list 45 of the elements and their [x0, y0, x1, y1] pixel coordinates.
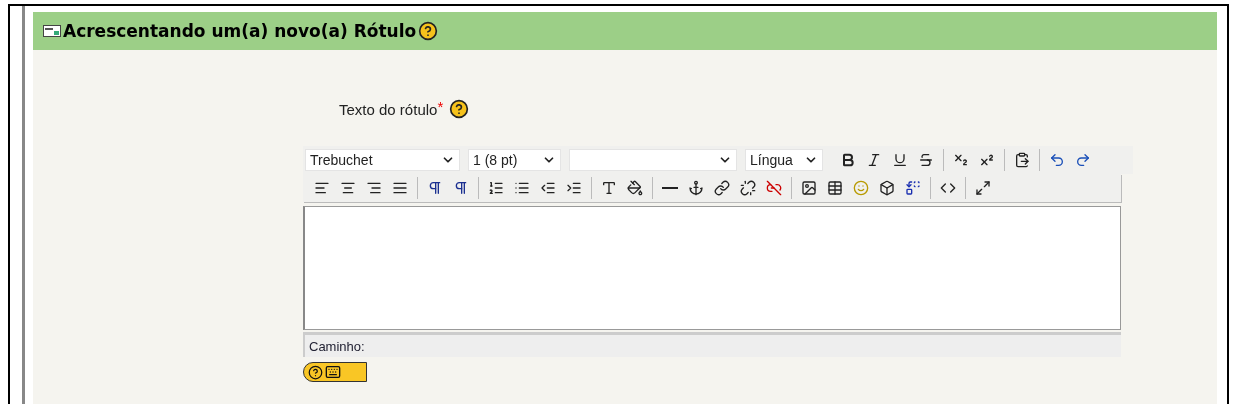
- help-icon[interactable]: [418, 21, 439, 41]
- maximize-icon: [975, 180, 991, 196]
- keyboard-icon: [325, 364, 341, 380]
- path-label: Caminho:: [309, 338, 365, 354]
- dropdown[interactable]: Língua: [745, 149, 823, 171]
- align-right-icon: [366, 180, 382, 196]
- bold-icon: [840, 152, 856, 168]
- redo-icon: [1075, 152, 1091, 168]
- dropdown[interactable]: 1 (8 pt): [468, 149, 561, 171]
- table-icon: [827, 180, 843, 196]
- undo-icon: [1049, 152, 1065, 168]
- superscript-icon: [979, 152, 995, 168]
- underline-icon: [892, 152, 908, 168]
- help-icon[interactable]: [449, 99, 470, 119]
- numbered-list-icon: [488, 180, 504, 196]
- anchor-icon: [688, 180, 704, 196]
- code-icon: [940, 180, 956, 196]
- help-icon: [308, 364, 323, 380]
- label-icon: [43, 25, 61, 37]
- bullet-list-icon: [514, 180, 530, 196]
- keyboard-help-button[interactable]: [303, 362, 367, 382]
- section-title: Acrescentando um(a) novo(a) Rótulo: [63, 21, 417, 41]
- align-center-icon: [340, 180, 356, 196]
- pilcrow-icon: [453, 180, 469, 196]
- smiley-icon: [853, 180, 869, 196]
- indent-icon: [566, 180, 582, 196]
- align-left-icon: [314, 180, 330, 196]
- italic-icon: [866, 152, 882, 168]
- paint-bucket-icon: [627, 180, 643, 196]
- required-mark: *: [437, 98, 444, 115]
- dropdown[interactable]: Trebuchet: [305, 149, 460, 171]
- subscript-icon: [953, 152, 969, 168]
- justify-icon: [392, 180, 408, 196]
- outdent-icon: [540, 180, 556, 196]
- link-icon: [714, 180, 730, 196]
- strikethrough-icon: [918, 152, 934, 168]
- unlink-icon: [740, 180, 756, 196]
- pilcrow-icon: [427, 180, 443, 196]
- text-color-icon: [601, 180, 617, 196]
- field-label: Texto do rótulo: [339, 100, 438, 118]
- image-icon: [801, 180, 817, 196]
- clipboard-icon: [1014, 152, 1030, 168]
- cube-icon: [879, 180, 895, 196]
- broken-link-icon: [766, 180, 782, 196]
- horizontal-rule-icon: [662, 187, 678, 189]
